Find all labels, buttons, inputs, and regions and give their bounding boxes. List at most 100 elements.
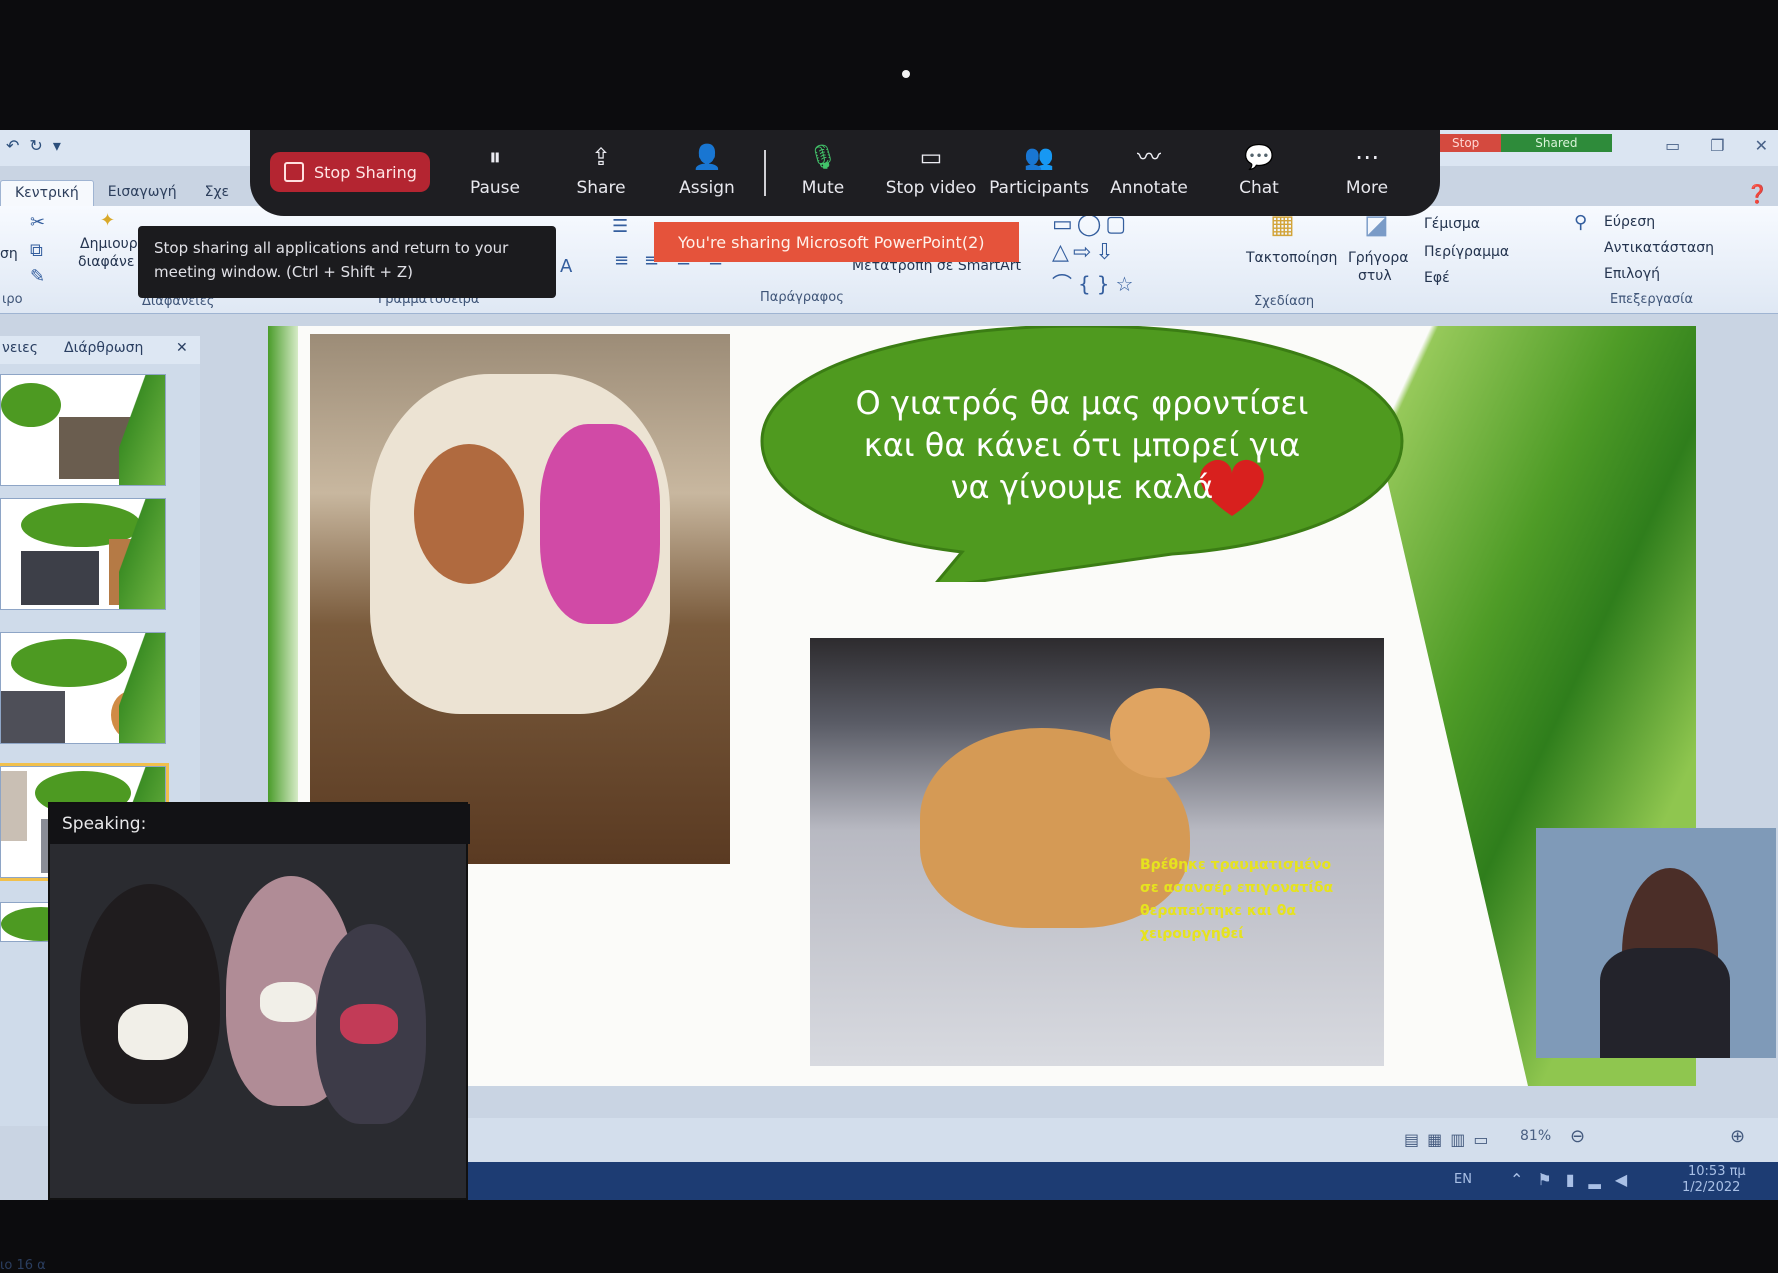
stop-tab[interactable]: Stop: [1430, 134, 1502, 152]
quick-styles-label-1[interactable]: Γρήγορα: [1348, 250, 1409, 266]
speaking-video-tile[interactable]: Speaking:: [48, 802, 470, 1200]
more-label: More: [1345, 178, 1389, 198]
caption-line: Βρέθηκε τραυματισμένο: [1140, 857, 1332, 873]
bubble-line-1: Ο γιατρός θα μας φροντίσει: [855, 384, 1309, 422]
annotate-label: Annotate: [1110, 178, 1188, 198]
new-slide-icon[interactable]: ✦: [100, 210, 115, 231]
cat-caption[interactable]: Βρέθηκε τραυματισμένο σε ασανσέρ επιγονα…: [1140, 854, 1380, 946]
chat-button[interactable]: 💬 Chat: [1204, 136, 1314, 198]
zoom-percentage[interactable]: 81%: [1520, 1128, 1551, 1144]
caption-line: χειρουργηθεί: [1140, 926, 1244, 942]
share-button[interactable]: ⇪ Share: [546, 136, 656, 198]
more-button[interactable]: ⋯ More: [1312, 136, 1422, 198]
chat-bubble-icon: 💬: [1244, 143, 1274, 171]
shapes-arrows-icon[interactable]: △⇨⇩: [1052, 240, 1118, 265]
participants-button[interactable]: 👥 Participants: [984, 136, 1094, 198]
face-mask: [260, 982, 316, 1022]
clock-time[interactable]: 10:53 πμ: [1688, 1164, 1746, 1179]
chat-label: Chat: [1239, 178, 1279, 198]
shared-tab: Shared: [1501, 134, 1612, 152]
window-controls: ▭ ❐ ✕: [1665, 136, 1768, 155]
participants-label: Participants: [989, 178, 1089, 198]
dog-photo[interactable]: [310, 334, 730, 864]
font-color-icon[interactable]: A: [560, 256, 572, 277]
slide-canvas: Ο γιατρός θα μας φροντίσει και θα κάνει …: [268, 326, 1696, 1086]
new-slide-label-2[interactable]: διαφάνε: [78, 254, 134, 270]
participant-clothes: [1600, 948, 1730, 1058]
shape-outline-button[interactable]: Περίγραμμα: [1424, 244, 1509, 260]
restore-icon[interactable]: ❐: [1710, 136, 1724, 155]
stop-video-button[interactable]: ▭ Stop video: [876, 136, 986, 198]
shapes-curves-icon[interactable]: ⌒{}☆: [1052, 268, 1139, 297]
format-painter-icon[interactable]: ✎: [30, 266, 45, 287]
dog-pink-vest: [540, 424, 660, 624]
clock-date[interactable]: 1/2/2022: [1682, 1180, 1740, 1195]
redo-icon[interactable]: ↻: [29, 136, 42, 155]
customize-qat-icon[interactable]: ▾: [53, 136, 61, 155]
toolbar-divider: [764, 150, 766, 196]
tab-outline[interactable]: Διάρθρωση: [64, 340, 143, 356]
camera-dot: [902, 70, 910, 78]
tab-slides[interactable]: νειες: [2, 340, 38, 356]
bullets-icon[interactable]: ☰: [612, 216, 628, 237]
ribbon-tabs: Κεντρική Εισαγωγή Σχε: [0, 180, 243, 206]
pause-button[interactable]: ⏸ Pause: [440, 136, 550, 198]
shape-fill-button[interactable]: Γέμισμα: [1424, 216, 1480, 232]
select-button[interactable]: Επιλογή: [1604, 266, 1660, 282]
tab-insert[interactable]: Εισαγωγή: [94, 180, 191, 206]
caption-line: θεραπεύτηκε και θα: [1140, 903, 1297, 919]
status-slide-count: ιο 16 α: [0, 1258, 46, 1273]
minimize-icon[interactable]: ▭: [1665, 136, 1680, 155]
annotate-pen-icon: 〰: [1137, 143, 1161, 171]
arrange-button[interactable]: Τακτοποίηση: [1246, 250, 1337, 266]
share-screen-icon: ⇪: [590, 143, 612, 171]
cat-photo[interactable]: Βρέθηκε τραυματισμένο σε ασανσέρ επιγονα…: [810, 638, 1384, 1066]
shape-effects-button[interactable]: Εφέ: [1424, 270, 1450, 286]
replace-button[interactable]: Αντικατάσταση: [1604, 240, 1714, 256]
share-status-tabs: Stop Shared: [1430, 134, 1612, 152]
tab-design[interactable]: Σχε: [191, 180, 244, 206]
close-icon[interactable]: ✕: [1755, 136, 1768, 155]
self-video-tile[interactable]: [1536, 828, 1776, 1058]
bubble-line-3: να γίνουμε καλά: [950, 468, 1214, 506]
find-button[interactable]: Εύρεση: [1604, 214, 1655, 230]
microphone-icon: 🎙: [807, 143, 839, 171]
bubble-text[interactable]: Ο γιατρός θα μας φροντίσει και θα κάνει …: [794, 382, 1370, 508]
assign-label: Assign: [679, 178, 735, 198]
tab-home[interactable]: Κεντρική: [0, 180, 94, 206]
cut-icon[interactable]: ✂: [30, 212, 45, 233]
zoom-meeting-toolbar: Stop Sharing ⏸ Pause ⇪ Share 👤 Assign 🎙 …: [250, 130, 1440, 216]
align-left-icon[interactable]: ≡: [614, 250, 629, 271]
participants-icon: 👥: [1024, 143, 1054, 171]
paste-label[interactable]: ση: [0, 246, 18, 262]
tray-icons[interactable]: ⌃⚑▮▂◀: [1510, 1170, 1641, 1189]
caption-line: σε ασανσέρ επιγονατίδα: [1140, 880, 1334, 896]
new-slide-label-1[interactable]: Δημιουρ: [80, 236, 138, 252]
help-icon[interactable]: ❓: [1746, 184, 1768, 205]
zoom-out-icon[interactable]: ⊖: [1570, 1126, 1585, 1147]
mute-button[interactable]: 🎙 Mute: [768, 136, 878, 198]
sharing-banner[interactable]: You're sharing Microsoft PowerPoint(2): [654, 222, 1019, 262]
more-dots-icon: ⋯: [1355, 143, 1379, 171]
drawing-group-label: Σχεδίαση: [1254, 294, 1315, 309]
quick-styles-label-2[interactable]: στυλ: [1358, 268, 1392, 284]
language-indicator[interactable]: EN: [1454, 1172, 1472, 1187]
slide-thumbnail[interactable]: [0, 632, 166, 744]
slide-thumbnail[interactable]: [0, 374, 166, 486]
stop-video-label: Stop video: [885, 178, 977, 198]
slide-thumbnail[interactable]: [0, 498, 166, 610]
assign-button[interactable]: 👤 Assign: [652, 136, 762, 198]
quick-access-toolbar: ↶ ↻ ▾: [6, 136, 61, 155]
annotate-button[interactable]: 〰 Annotate: [1094, 136, 1204, 198]
person-icon: 👤: [692, 143, 722, 171]
stop-sharing-button[interactable]: Stop Sharing: [270, 152, 430, 192]
close-panel-icon[interactable]: ✕: [176, 340, 188, 356]
undo-icon[interactable]: ↶: [6, 136, 19, 155]
zoom-in-icon[interactable]: ⊕: [1730, 1126, 1745, 1147]
view-buttons-icon[interactable]: ▤▦▥▭: [1404, 1130, 1496, 1149]
face-mask: [118, 1004, 188, 1060]
share-label: Share: [576, 178, 626, 198]
copy-icon[interactable]: ⧉: [30, 240, 43, 261]
bubble-line-2: και θα κάνει ότι μπορεί για: [863, 426, 1301, 464]
ppt-statusbar: ▤▦▥▭ 81% ⊖ ⊕: [430, 1118, 1778, 1162]
